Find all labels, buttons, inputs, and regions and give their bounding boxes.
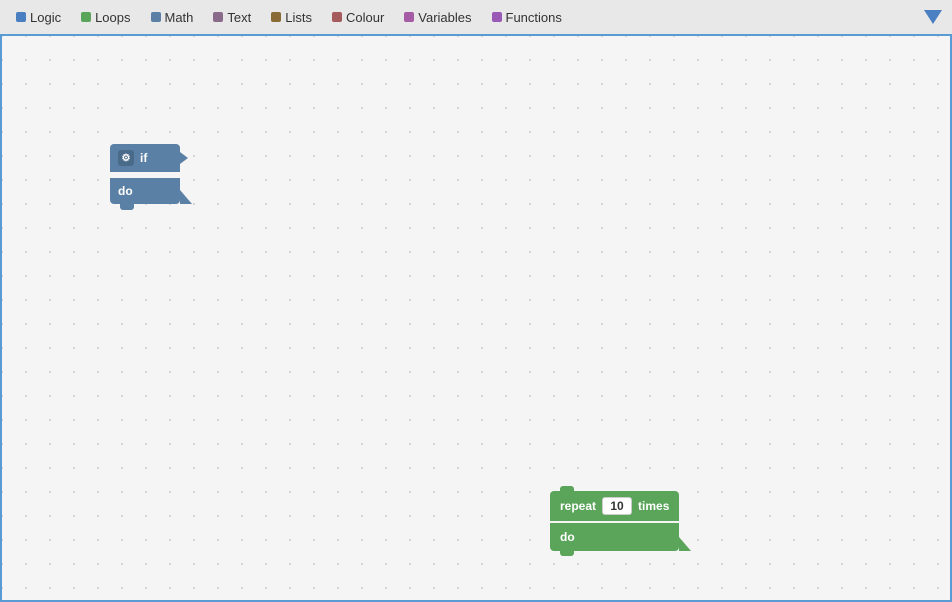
repeat-value-input[interactable]: 10 — [602, 497, 632, 515]
math-dot — [151, 12, 161, 22]
repeat-notch — [560, 550, 574, 556]
tab-text-label: Text — [227, 10, 251, 25]
repeat-block-top[interactable]: repeat 10 times — [550, 491, 679, 521]
tab-text[interactable]: Text — [205, 6, 259, 29]
if-block-do[interactable]: do — [110, 178, 180, 204]
tab-lists-label: Lists — [285, 10, 312, 25]
gear-icon[interactable]: ⚙ — [118, 150, 134, 166]
tab-logic-label: Logic — [30, 10, 61, 25]
notch-connector — [120, 204, 134, 210]
lists-dot — [271, 12, 281, 22]
tab-colour[interactable]: Colour — [324, 6, 392, 29]
tab-variables[interactable]: Variables — [396, 6, 479, 29]
tab-colour-label: Colour — [346, 10, 384, 25]
repeat-do-label: do — [560, 530, 575, 544]
if-block-top[interactable]: ⚙ if — [110, 144, 180, 172]
tab-functions-label: Functions — [506, 10, 562, 25]
functions-dot — [492, 12, 502, 22]
repeat-block-do[interactable]: do — [550, 523, 679, 551]
variables-dot — [404, 12, 414, 22]
tab-loops-label: Loops — [95, 10, 130, 25]
if-label: if — [140, 151, 147, 165]
logic-dot — [16, 12, 26, 22]
text-dot — [213, 12, 223, 22]
colour-dot — [332, 12, 342, 22]
toolbar: Logic Loops Math Text Lists Colour Varia… — [0, 0, 952, 36]
loops-dot — [81, 12, 91, 22]
repeat-block[interactable]: repeat 10 times do — [550, 491, 679, 551]
times-label: times — [638, 499, 669, 513]
block-canvas[interactable]: ⚙ if do repeat 10 times do — [0, 36, 952, 602]
tab-logic[interactable]: Logic — [8, 6, 69, 29]
tab-functions[interactable]: Functions — [484, 6, 570, 29]
do-label: do — [118, 184, 133, 198]
tab-math-label: Math — [165, 10, 194, 25]
if-block[interactable]: ⚙ if do — [110, 144, 180, 204]
dropdown-arrow-icon[interactable] — [924, 10, 942, 24]
repeat-label: repeat — [560, 499, 596, 513]
tab-variables-label: Variables — [418, 10, 471, 25]
tab-math[interactable]: Math — [143, 6, 202, 29]
tab-lists[interactable]: Lists — [263, 6, 320, 29]
tab-loops[interactable]: Loops — [73, 6, 138, 29]
